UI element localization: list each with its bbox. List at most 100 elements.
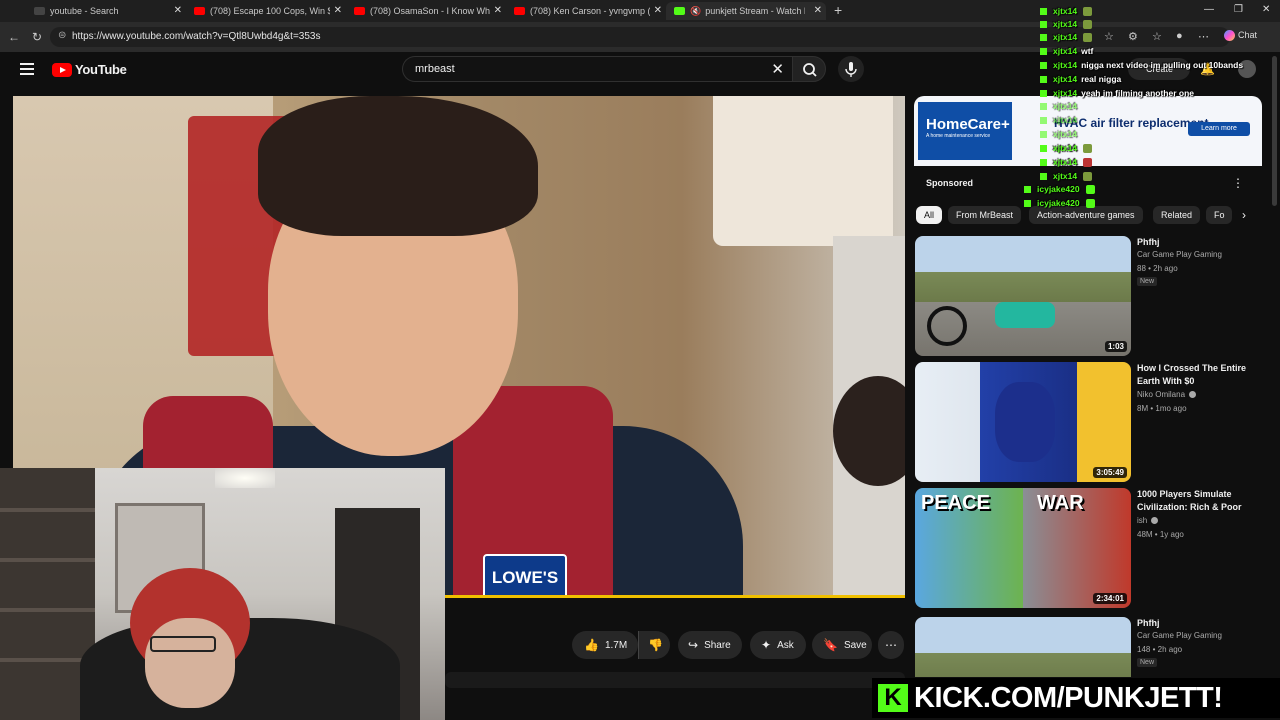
thumbs-up-icon: 👍	[584, 638, 599, 652]
tab-youtube-search[interactable]: youtube - Search ✕	[26, 2, 186, 20]
chat-message: xjtx14	[1040, 19, 1093, 29]
chat-username: xjtx14	[1053, 101, 1078, 111]
chat-message: xjtx14	[1040, 101, 1081, 111]
more-menu-icon[interactable]: ⋯	[1198, 30, 1209, 43]
extension-icon[interactable]: ⚙	[1128, 30, 1138, 43]
lowes-homecare-logo: HomeCare+ A home maintenance service	[918, 102, 1012, 160]
new-badge: New	[1137, 658, 1158, 667]
video-title[interactable]: Phfhj	[1137, 236, 1267, 249]
chat-message: xjtx14 real nigga	[1040, 74, 1121, 84]
more-actions-button[interactable]: ⋯	[878, 631, 904, 659]
video-meta: 8M • 1mo ago	[1137, 404, 1187, 413]
menu-hamburger-icon[interactable]	[20, 63, 34, 75]
search-input[interactable]: mrbeast ✕	[402, 56, 792, 82]
share-button[interactable]: ↪ Share	[678, 631, 742, 659]
channel-label: Niko Omilana	[1137, 390, 1186, 399]
tab-close-icon[interactable]: ✕	[174, 5, 182, 16]
profile-icon[interactable]: ●	[1176, 30, 1183, 42]
like-button[interactable]: 👍 1.7M	[572, 631, 638, 659]
video-thumbnail[interactable]: PEACE WAR 2:34:01	[915, 488, 1131, 608]
tab-punkjett-stream[interactable]: 🔇 punkjett Stream - Watch Live ✕	[666, 2, 826, 20]
site-info-icon[interactable]: ⊜	[58, 30, 66, 41]
channel-name[interactable]: Niko Omilana	[1137, 390, 1197, 399]
related-video-2[interactable]: 3:05:49 How I Crossed The Entire Earth W…	[915, 362, 1275, 482]
muted-speaker-icon[interactable]: 🔇	[690, 6, 701, 17]
video-thumbnail[interactable]: 3:05:49	[915, 362, 1131, 482]
favorites-icon[interactable]: ☆	[1152, 30, 1162, 43]
video-thumbnail[interactable]: 1:03	[915, 236, 1131, 356]
chat-username: xjtx14	[1053, 19, 1078, 29]
chip-fo[interactable]: Fo	[1206, 206, 1232, 224]
channel-name[interactable]: Car Game Play Gaming	[1137, 250, 1222, 259]
reload-icon[interactable]: ↻	[32, 30, 42, 44]
microphone-icon	[845, 62, 857, 77]
video-thumbnail[interactable]	[915, 617, 1131, 677]
thumbs-down-icon: 👎	[648, 638, 663, 652]
chat-message: xjtx14	[1040, 115, 1081, 125]
save-button[interactable]: 🔖 Save	[812, 631, 872, 659]
chip-related[interactable]: Related	[1153, 206, 1201, 224]
chip-all[interactable]: All	[916, 206, 943, 224]
related-video-1[interactable]: 1:03 Phfhj Car Game Play Gaming 88 • 2h …	[915, 236, 1275, 356]
youtube-logo[interactable]: YouTube	[52, 62, 127, 77]
youtube-wordmark: YouTube	[75, 62, 127, 77]
tab-favicon-youtube-icon	[514, 7, 525, 15]
chat-message: xjtx14	[1040, 171, 1093, 181]
close-window-icon[interactable]: ✕	[1262, 4, 1270, 15]
ad-more-vert-icon[interactable]: ⋮	[1232, 176, 1244, 190]
tab-ken-carson[interactable]: (708) Ken Carson - yvngvmp (Offic ✕	[506, 2, 666, 20]
channel-name[interactable]: ish	[1137, 516, 1159, 525]
video-title[interactable]: 1000 Players Simulate Civilization: Rich…	[1137, 488, 1267, 514]
kick-badge-icon	[1040, 33, 1047, 41]
emote-icon	[1083, 6, 1093, 16]
voice-search-button[interactable]	[838, 56, 864, 82]
tab-close-icon[interactable]: ✕	[494, 5, 502, 16]
kick-badge-icon	[1024, 185, 1031, 193]
related-video-4[interactable]: Phfhj Car Game Play Gaming 148 • 2h ago …	[915, 617, 1275, 677]
kick-badge-icon	[1040, 130, 1047, 138]
kick-badge-icon	[1040, 47, 1047, 55]
kick-badge-icon	[1040, 20, 1047, 28]
chat-text: yeah im filming another one	[1081, 88, 1194, 98]
chip-action-adventure[interactable]: Action-adventure games	[1029, 206, 1143, 224]
search-button[interactable]	[792, 56, 826, 82]
new-tab-plus-icon[interactable]: +	[834, 2, 842, 18]
chat-username: xjtx14	[1053, 46, 1078, 56]
bookmark-icon: 🔖	[823, 638, 838, 652]
clear-search-icon[interactable]: ✕	[771, 60, 784, 78]
chat-label: Chat	[1238, 30, 1258, 40]
video-title[interactable]: Phfhj	[1137, 617, 1267, 630]
tab-close-icon[interactable]: ✕	[654, 5, 662, 16]
chat-message: xjtx14	[1040, 6, 1093, 16]
sparkle-icon: ✦	[761, 638, 772, 652]
minimize-icon[interactable]: —	[1204, 4, 1214, 15]
tab-escape-100-cops[interactable]: (708) Escape 100 Cops, Win $500,0 ✕	[186, 2, 346, 20]
chat-text: wtf	[1081, 46, 1094, 56]
sponsored-label: Sponsored	[926, 178, 974, 188]
maximize-icon[interactable]: ❐	[1234, 4, 1243, 15]
dislike-button[interactable]: 👎	[638, 631, 670, 659]
channel-label: ish	[1137, 516, 1148, 525]
tab-close-icon[interactable]: ✕	[814, 5, 822, 16]
chat-message: xjtx14	[1040, 143, 1093, 153]
tab-close-icon[interactable]: ✕	[334, 5, 342, 16]
back-arrow-icon[interactable]: ←	[8, 30, 20, 44]
copilot-chat-button[interactable]: Chat	[1224, 30, 1257, 41]
page-scrollbar[interactable]	[1272, 56, 1277, 206]
kick-badge-icon	[1040, 61, 1047, 69]
ask-button[interactable]: ✦ Ask	[750, 631, 806, 659]
description-box[interactable]	[445, 672, 905, 688]
upload-age: 2h ago	[1157, 645, 1183, 654]
tab-osamason[interactable]: (708) OsamaSon - I Know What Yo ✕	[346, 2, 506, 20]
chat-message: icyjake420	[1024, 198, 1095, 208]
ad-learn-more-button[interactable]: Learn more	[1188, 122, 1250, 136]
channel-name[interactable]: Car Game Play Gaming	[1137, 631, 1222, 640]
chevron-right-icon[interactable]: ›	[1242, 208, 1246, 222]
ad-banner[interactable]: HomeCare+ A home maintenance service HVA…	[914, 96, 1262, 166]
bookmark-star-icon[interactable]: ☆	[1104, 30, 1114, 43]
chat-username: xjtx14	[1053, 171, 1078, 181]
related-video-3[interactable]: PEACE WAR 2:34:01 1000 Players Simulate …	[915, 488, 1275, 608]
video-title[interactable]: How I Crossed The Entire Earth With $0	[1137, 362, 1267, 388]
webcam-overlay	[0, 468, 445, 720]
chip-from-mrbeast[interactable]: From MrBeast	[948, 206, 1022, 224]
